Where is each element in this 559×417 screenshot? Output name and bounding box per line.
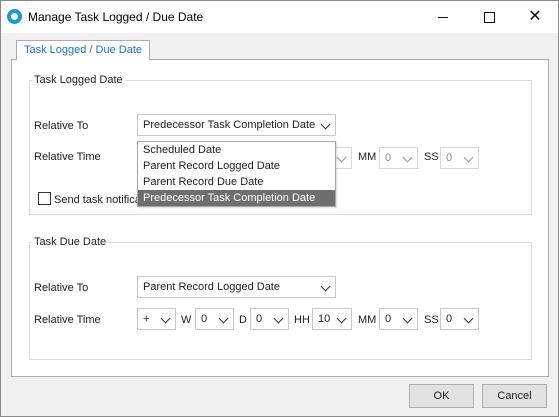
due-hh-label: HH xyxy=(294,314,310,326)
logged-mm-label: MM xyxy=(358,151,377,163)
chevron-down-icon xyxy=(321,277,331,297)
group-title-logged: Task Logged Date xyxy=(32,74,125,86)
logged-relative-to-select[interactable]: Predecessor Task Completion Date xyxy=(137,114,336,136)
close-icon[interactable]: ✕ xyxy=(512,1,558,33)
due-relative-to-label: Relative To xyxy=(34,282,89,294)
due-sign-select[interactable]: + xyxy=(137,308,176,330)
chevron-down-icon xyxy=(161,309,171,329)
tab-task-logged-due-date[interactable]: Task Logged / Due Date xyxy=(16,40,151,60)
due-ss-select[interactable]: 0 xyxy=(440,308,479,330)
due-relative-to-select[interactable]: Parent Record Logged Date xyxy=(137,276,336,298)
dropdown-option-selected[interactable]: Predecessor Task Completion Date xyxy=(138,190,335,206)
chevron-down-icon xyxy=(403,148,413,168)
minimize-icon[interactable] xyxy=(420,1,466,33)
due-mm-label: MM xyxy=(358,314,377,326)
chevron-down-icon xyxy=(321,115,331,135)
window-title: Manage Task Logged / Due Date xyxy=(28,10,204,24)
relative-to-dropdown-list: Scheduled Date Parent Record Logged Date… xyxy=(137,141,336,207)
due-mm-value: 0 xyxy=(385,313,392,325)
chevron-down-icon xyxy=(464,309,474,329)
due-w-label: W xyxy=(181,314,192,326)
group-title-due: Task Due Date xyxy=(32,236,109,248)
due-ss-label: SS xyxy=(424,314,439,326)
dialog-window: Manage Task Logged / Due Date ✕ Task Log… xyxy=(0,0,559,417)
due-d-select[interactable]: 0 xyxy=(250,308,289,330)
chevron-down-icon xyxy=(219,309,229,329)
logged-ss-label: SS xyxy=(424,151,439,163)
chevron-down-icon xyxy=(274,309,284,329)
logged-mm-select[interactable]: 0 xyxy=(379,147,418,169)
logged-relative-to-label: Relative To xyxy=(34,120,89,132)
chevron-down-icon xyxy=(403,309,413,329)
due-sign-value: + xyxy=(143,313,150,325)
dropdown-option[interactable]: Parent Record Logged Date xyxy=(138,158,335,174)
due-mm-select[interactable]: 0 xyxy=(379,308,418,330)
logged-ss-value: 0 xyxy=(446,152,453,164)
due-d-label: D xyxy=(239,314,247,326)
dropdown-option[interactable]: Parent Record Due Date xyxy=(138,174,335,190)
due-relative-time-label: Relative Time xyxy=(34,314,101,326)
logged-relative-to-value: Predecessor Task Completion Date xyxy=(143,119,316,131)
cancel-button[interactable]: Cancel xyxy=(482,384,547,408)
due-d-value: 0 xyxy=(256,313,263,325)
chevron-down-icon xyxy=(337,148,347,168)
send-notification-label: Send task notifica xyxy=(54,194,141,206)
due-hh-value: 10 xyxy=(318,313,331,325)
dropdown-option[interactable]: Scheduled Date xyxy=(138,142,335,158)
app-icon xyxy=(7,9,22,24)
task-due-date-group: Task Due Date xyxy=(29,236,532,360)
ok-button[interactable]: OK xyxy=(409,384,474,408)
logged-ss-select[interactable]: 0 xyxy=(440,147,479,169)
title-bar: Manage Task Logged / Due Date ✕ xyxy=(1,1,558,33)
due-ss-value: 0 xyxy=(446,313,453,325)
chevron-down-icon xyxy=(337,309,347,329)
maximize-icon[interactable] xyxy=(466,1,512,33)
logged-mm-value: 0 xyxy=(385,152,392,164)
due-relative-to-value: Parent Record Logged Date xyxy=(143,281,280,293)
due-w-value: 0 xyxy=(201,313,208,325)
due-w-select[interactable]: 0 xyxy=(195,308,234,330)
chevron-down-icon xyxy=(464,148,474,168)
send-notification-checkbox[interactable] xyxy=(38,192,51,205)
due-hh-select[interactable]: 10 xyxy=(312,308,352,330)
logged-relative-time-label: Relative Time xyxy=(34,151,101,163)
